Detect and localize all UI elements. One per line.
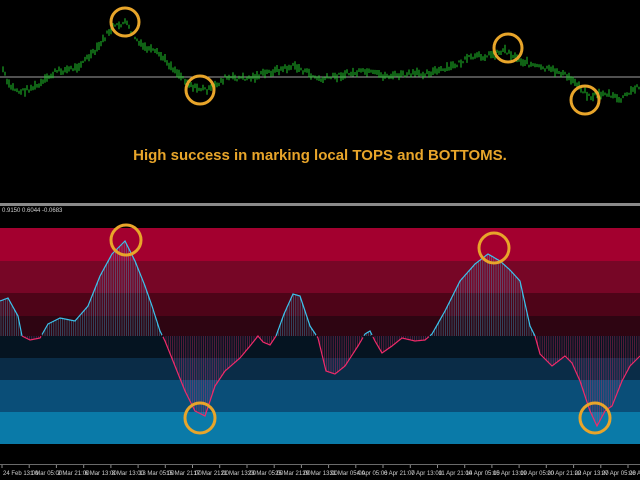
band-top-3: [0, 293, 640, 316]
caption: High success in marking local TOPS and B…: [133, 147, 507, 164]
band-bottom-2: [0, 358, 640, 380]
bottom-1-marker: [184, 74, 216, 106]
indicator-values: 0.9150 0.6044 -0.0683: [2, 208, 63, 214]
time-axis: 24 Feb 13:00 1 Mar 05:00 2 Mar 21:00 6 Mar …: [0, 464, 640, 480]
price-chart-panel[interactable]: High success in marking local TOPS and B…: [0, 0, 640, 203]
band-top-1: [0, 228, 640, 261]
time-tick-label: 28 Apr 21:00: [629, 471, 640, 477]
top-2-marker: [492, 32, 524, 64]
indicator-panel[interactable]: 0.9150 0.6044 -0.0683: [0, 206, 640, 464]
indicator-chart: 0.9150 0.6044 -0.0683: [0, 208, 640, 444]
price-markers: [109, 6, 601, 116]
band-bottom-3: [0, 380, 640, 412]
time-axis-ticks: 24 Feb 13:001 Mar 05:002 Mar 21:006 Mar …: [1, 465, 640, 477]
price-bars: [2, 18, 640, 103]
price-chart: High success in marking local TOPS and B…: [0, 6, 640, 164]
band-bottom-4: [0, 412, 640, 444]
band-top-2: [0, 261, 640, 293]
band-top-4: [0, 316, 640, 336]
